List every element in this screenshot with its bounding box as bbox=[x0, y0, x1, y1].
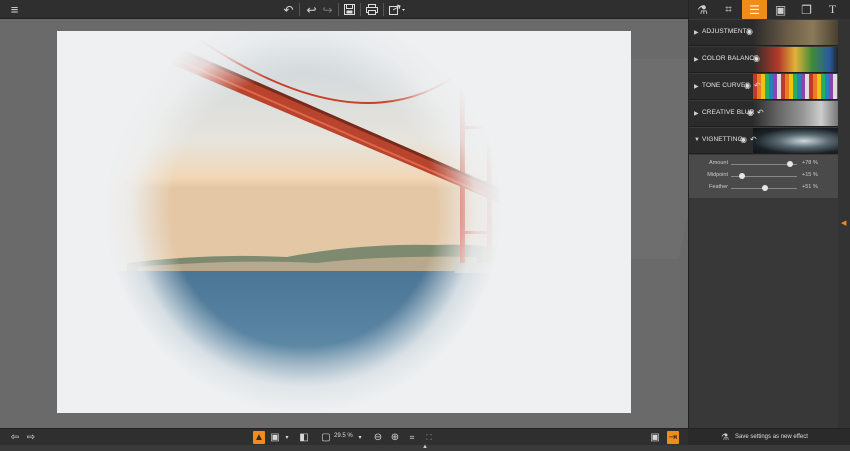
creative-blur-thumbnail bbox=[753, 101, 838, 126]
flask-icon[interactable]: ⚗ bbox=[690, 0, 715, 19]
reset-icon[interactable]: ↶ bbox=[754, 81, 761, 90]
panel-empty-area bbox=[689, 198, 838, 428]
toolbar-divider bbox=[383, 3, 384, 16]
feather-value: +51 % bbox=[802, 184, 818, 190]
eye-icon[interactable]: ◉ bbox=[740, 135, 747, 144]
amount-label: Amount bbox=[709, 160, 728, 166]
text-icon[interactable]: T bbox=[820, 0, 845, 19]
amount-slider-handle[interactable] bbox=[786, 161, 793, 167]
print-icon[interactable] bbox=[364, 2, 379, 17]
toolbar-divider bbox=[299, 3, 300, 16]
expand-arrow-icon[interactable]: ▶ bbox=[694, 83, 699, 90]
midpoint-slider-handle[interactable] bbox=[738, 173, 745, 179]
next-image-icon[interactable]: ⇨ bbox=[24, 431, 38, 444]
bottom-toolbar: ⇦ ⇨ ▲ ▣ ▾ ◧ ▢ 29.5 % ▾ ⊖ ⊕ ⌗ ⛶ ▣ ⇥ bbox=[0, 428, 688, 445]
hamburger-icon[interactable]: ≡ bbox=[7, 2, 22, 17]
top-toolbar: ≡ ↶ ↩ ↪ bbox=[0, 0, 688, 19]
eye-icon[interactable]: ◉ bbox=[747, 108, 754, 117]
effect-label: COLOR BALANCE bbox=[702, 55, 759, 62]
effect-label: VIGNETTING bbox=[702, 136, 743, 143]
layers-icon[interactable]: ❐ bbox=[794, 0, 819, 19]
image-info-icon[interactable]: ▣ bbox=[649, 431, 661, 444]
adjust-sliders-icon[interactable]: ☰ bbox=[742, 0, 767, 19]
canvas-workspace[interactable] bbox=[0, 19, 688, 428]
toolbar-divider bbox=[360, 3, 361, 16]
expand-arrow-icon[interactable]: ▶ bbox=[694, 29, 699, 36]
save-icon[interactable] bbox=[342, 2, 357, 17]
zoom-in-icon[interactable]: ⊕ bbox=[389, 431, 401, 444]
expand-up-icon[interactable]: ▲ bbox=[422, 444, 428, 450]
vignetting-controls: Amount +78 % Midpoint +15 % Feather +51 … bbox=[689, 155, 838, 198]
feather-label: Feather bbox=[709, 184, 728, 190]
save-settings-button[interactable]: ⚗ Save settings as new effect bbox=[688, 428, 850, 445]
effect-creative-blur[interactable]: ▶ CREATIVE BLUR ◉ ↶ bbox=[689, 101, 838, 127]
feather-slider-row: Feather +51 % bbox=[689, 182, 838, 194]
eye-icon[interactable]: ◉ bbox=[744, 81, 751, 90]
single-view-icon[interactable]: ▲ bbox=[253, 431, 265, 444]
tone-curves-thumbnail bbox=[753, 74, 838, 99]
amount-value: +78 % bbox=[802, 160, 818, 166]
fit-screen-icon[interactable]: ⛶ bbox=[423, 431, 435, 444]
panel-scrollbar[interactable]: ◀ bbox=[838, 19, 850, 428]
amount-slider-row: Amount +78 % bbox=[689, 158, 838, 170]
panel-tabs: ⚗ ⌗ ☰ ▣ ❐ T bbox=[689, 0, 850, 19]
effect-label: TONE CURVES bbox=[702, 82, 750, 89]
previous-image-icon[interactable]: ⇦ bbox=[8, 431, 22, 444]
split-view-icon[interactable]: ◧ bbox=[298, 431, 310, 444]
status-strip: ▲ bbox=[0, 444, 850, 451]
undo-all-icon[interactable]: ↩ bbox=[304, 2, 319, 17]
effect-tone-curves[interactable]: ▶ TONE CURVES ◉ ↶ bbox=[689, 74, 838, 100]
effect-vignetting[interactable]: ▼ VIGNETTING ◉ ↶ bbox=[689, 128, 838, 154]
save-settings-label: Save settings as new effect bbox=[735, 434, 808, 440]
feather-slider-handle[interactable] bbox=[761, 185, 768, 191]
zoom-dropdown-icon[interactable]: ▾ bbox=[356, 431, 364, 444]
scroll-marker-icon[interactable]: ◀ bbox=[841, 219, 846, 227]
compare-view-icon[interactable]: ▣ bbox=[269, 431, 281, 444]
share-icon[interactable] bbox=[387, 2, 407, 17]
redo-icon[interactable]: ↪ bbox=[320, 2, 335, 17]
expand-arrow-icon[interactable]: ▶ bbox=[694, 56, 699, 63]
effects-panel: ⚗ ⌗ ☰ ▣ ❐ T ▶ ADJUSTMENTS ◉ ▶ COLOR BALA… bbox=[688, 0, 850, 428]
reset-icon[interactable]: ↶ bbox=[750, 135, 757, 144]
undo-icon[interactable]: ↶ bbox=[281, 2, 296, 17]
expand-arrow-icon[interactable]: ▶ bbox=[694, 110, 699, 117]
vignetting-thumbnail bbox=[753, 128, 838, 153]
export-panel-icon[interactable]: ⇥ bbox=[667, 431, 679, 444]
effect-color-balance[interactable]: ▶ COLOR BALANCE ◉ bbox=[689, 47, 838, 73]
midpoint-label: Midpoint bbox=[707, 172, 728, 178]
color-balance-thumbnail bbox=[753, 47, 838, 72]
zoom-level[interactable]: 29.5 % bbox=[334, 433, 353, 439]
eye-icon[interactable]: ◉ bbox=[746, 27, 753, 36]
collapse-arrow-icon[interactable]: ▼ bbox=[694, 137, 700, 143]
flask-icon: ⚗ bbox=[721, 432, 730, 442]
photo-canvas[interactable] bbox=[57, 31, 631, 413]
eye-icon[interactable]: ◉ bbox=[753, 54, 760, 63]
view-dropdown-icon[interactable]: ▾ bbox=[283, 431, 291, 444]
reset-icon[interactable]: ↶ bbox=[757, 108, 764, 117]
toolbar-divider bbox=[338, 3, 339, 16]
midpoint-value: +15 % bbox=[802, 172, 818, 178]
fit-view-icon[interactable]: ▢ bbox=[320, 431, 332, 444]
frame-icon[interactable]: ▣ bbox=[768, 0, 793, 19]
bridge-photo bbox=[57, 31, 631, 413]
zoom-out-icon[interactable]: ⊖ bbox=[372, 431, 384, 444]
adjustments-thumbnail bbox=[753, 20, 838, 45]
midpoint-slider-row: Midpoint +15 % bbox=[689, 170, 838, 182]
actual-size-icon[interactable]: ⌗ bbox=[406, 431, 418, 444]
crop-icon[interactable]: ⌗ bbox=[716, 0, 741, 19]
photo-editor-app: ≡ ↶ ↩ ↪ ⚗ ⌗ ☰ ▣ ❐ T ▶ ADJUSTMENTS ◉ ▶ CO… bbox=[0, 0, 850, 451]
effect-label: ADJUSTMENTS bbox=[702, 28, 752, 35]
effect-adjustments[interactable]: ▶ ADJUSTMENTS ◉ bbox=[689, 20, 838, 46]
